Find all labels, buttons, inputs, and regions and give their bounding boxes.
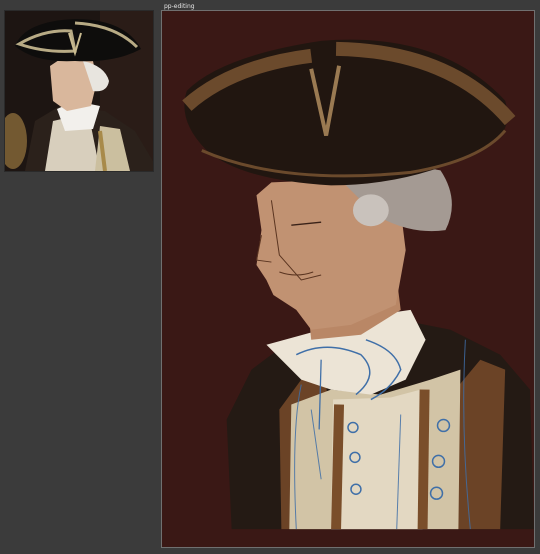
painting-canvas[interactable] bbox=[161, 10, 535, 548]
reference-photo bbox=[5, 11, 153, 171]
reference-photo-panel[interactable] bbox=[4, 10, 154, 172]
painting-artwork bbox=[162, 11, 534, 547]
